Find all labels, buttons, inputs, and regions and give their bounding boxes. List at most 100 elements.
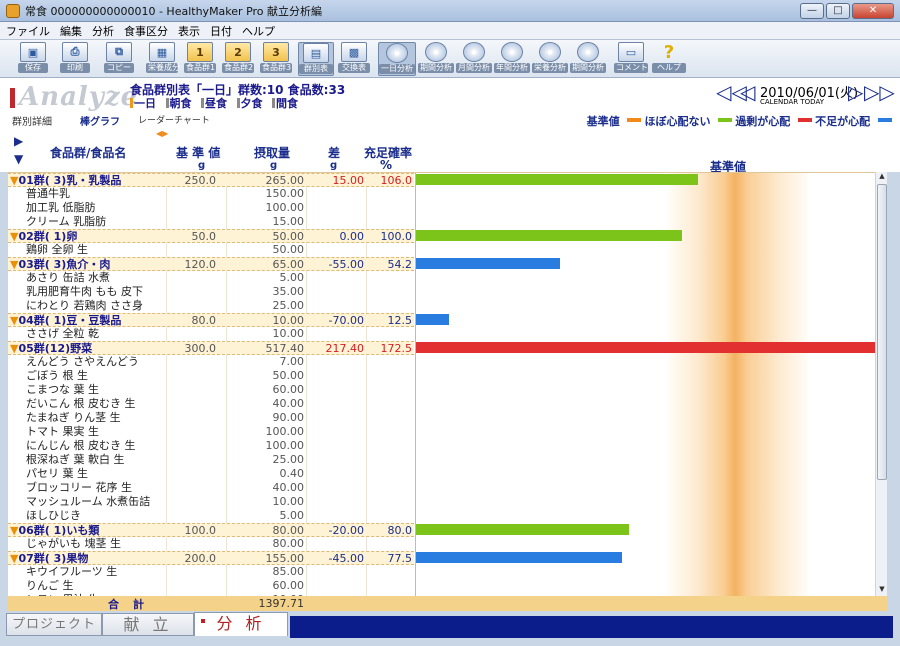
food-row[interactable]: 鶏卵 全卵 生 50.00	[8, 243, 414, 257]
column-resize-icon[interactable]: ◀▶	[156, 129, 168, 138]
maximize-button[interactable]: □	[826, 2, 850, 19]
food-row[interactable]: えんどう さやえんどう 7.00	[8, 355, 414, 369]
date-links: CALENDAR TODAY	[760, 98, 824, 106]
tab-menu[interactable]: 献 立	[102, 613, 194, 636]
menu-edit[interactable]: 編集	[60, 23, 82, 39]
copy-button[interactable]: ⧉ コピー	[104, 42, 134, 76]
nutrient-table-icon: ▦	[149, 42, 175, 62]
scroll-down-icon[interactable]: ▼	[876, 585, 888, 596]
food-name: ほしひじき	[26, 509, 81, 522]
intake-value: 90.00	[272, 411, 305, 424]
prev-date-icon[interactable]: ◁	[740, 82, 755, 102]
print-button[interactable]: ⎙ 印刷	[60, 42, 90, 76]
today-link[interactable]: TODAY	[800, 98, 824, 106]
group-row[interactable]: ▼02群( 1)卵 50.0 50.00 0.00 100.0	[8, 229, 414, 243]
group-table-button[interactable]: ▤ 群別表	[298, 42, 334, 76]
food-row[interactable]: 乳用肥育牛肉 もも 皮下 35.00	[8, 285, 414, 299]
chart-bar	[416, 314, 450, 325]
food-row[interactable]: あさり 缶詰 水煮 5.00	[8, 271, 414, 285]
food-row[interactable]: キウイフルーツ 生 85.00	[8, 565, 414, 579]
rate-value: 77.5	[387, 552, 413, 565]
food-row[interactable]: じゃがいも 塊茎 生 80.00	[8, 537, 414, 551]
food-row[interactable]: ブロッコリー 花序 生 40.00	[8, 481, 414, 495]
food-row[interactable]: パセリ 葉 生 0.40	[8, 467, 414, 481]
tab-analysis[interactable]: 分 析	[194, 612, 288, 636]
food-name: こまつな 葉 生	[26, 383, 99, 396]
group-row[interactable]: ▼06群( 1)いも類 100.0 80.00 -20.00 80.0	[8, 523, 414, 537]
daily-analysis-button[interactable]: ● 一日分析	[378, 42, 416, 76]
diff-value: 15.00	[332, 174, 365, 187]
food-row[interactable]: 普通牛乳 150.00	[8, 187, 414, 201]
group-name-text: 07群( 3)果物	[18, 552, 89, 565]
title-bar: 常食 000000000000010 - HealthyMaker Pro 献立…	[0, 0, 900, 22]
menu-analysis[interactable]: 分析	[92, 23, 114, 39]
calendar-link[interactable]: CALENDAR	[760, 98, 798, 106]
save-button[interactable]: ▣ 保存	[18, 42, 48, 76]
exchange-table-button[interactable]: ▩ 交換表	[338, 42, 370, 76]
group-row[interactable]: ▼04群( 1)豆・豆製品 80.0 10.00 -70.00 12.5	[8, 313, 414, 327]
nutrition-analysis-button[interactable]: ● 栄養分析	[532, 42, 568, 76]
food-row[interactable]: 加工乳 低脂肪 100.00	[8, 201, 414, 215]
nutrient-table-button[interactable]: ▦ 栄養成分	[146, 42, 180, 76]
exchange-table-icon: ▩	[341, 42, 367, 62]
food-row[interactable]: りんご 生 60.00	[8, 579, 414, 593]
vertical-scrollbar[interactable]: ▲ ▼	[875, 172, 887, 596]
meal-tab-snack[interactable]: 間食	[272, 97, 298, 110]
food-row[interactable]: にわとり 若鶏肉 ささ身 25.00	[8, 299, 414, 313]
scroll-thumb[interactable]	[877, 184, 887, 480]
intake-value: 100.00	[265, 201, 305, 214]
close-button[interactable]: ✕	[852, 2, 894, 19]
radar-chart-option[interactable]: レーダーチャート	[138, 113, 210, 126]
scroll-up-icon[interactable]: ▲	[876, 172, 888, 183]
food-name: ブロッコリー 花序 生	[26, 481, 132, 494]
meal-tab-day[interactable]: 一日	[130, 97, 156, 110]
menu-date[interactable]: 日付	[210, 23, 232, 39]
food-row[interactable]: 根深ねぎ 葉 軟白 生 25.00	[8, 453, 414, 467]
group-row[interactable]: ▼07群( 3)果物 200.0 155.00 -45.00 77.5	[8, 551, 414, 565]
food-row[interactable]: クリーム 乳脂肪 15.00	[8, 215, 414, 229]
food-row[interactable]: にんじん 根 皮むき 生 100.00	[8, 439, 414, 453]
food-row[interactable]: だいこん 根 皮むき 生 40.00	[8, 397, 414, 411]
monthly-analysis-button[interactable]: ● 月間分析	[456, 42, 492, 76]
food-row[interactable]: こまつな 葉 生 60.00	[8, 383, 414, 397]
food-row[interactable]: ほしひじき 5.00	[8, 509, 414, 523]
food-group-table: ▼01群( 3)乳・乳製品 250.0 265.00 15.00 106.0 普通牛乳 15…	[8, 172, 875, 596]
range-analysis-button[interactable]: ● 期間分析	[570, 42, 606, 76]
food-group-2-button[interactable]: 2 食品群2	[222, 42, 254, 76]
menu-help[interactable]: ヘルプ	[242, 23, 275, 39]
period-analysis-button[interactable]: ● 期間分析	[418, 42, 454, 76]
food-row[interactable]: トマト 果実 生 100.00	[8, 425, 414, 439]
minimize-button[interactable]: —	[800, 2, 824, 19]
next-date-icon[interactable]: ▷	[848, 82, 863, 102]
period-analysis-icon: ●	[425, 42, 447, 62]
menu-meal-type[interactable]: 食事区分	[124, 23, 168, 39]
expand-all-icon[interactable]: ▶	[14, 134, 23, 148]
intake-value: 25.00	[272, 453, 305, 466]
analysis-header: Analyze 食品群別表「一日」群数:10 食品数:33 一日 朝食 昼食 夕…	[0, 78, 900, 112]
comment-button[interactable]: ▭ コメント	[614, 42, 648, 76]
tab-project[interactable]: プロジェクト	[6, 613, 102, 636]
menu-file[interactable]: ファイル	[6, 23, 50, 39]
help-icon: ?	[663, 41, 675, 63]
meal-tab-lunch[interactable]: 昼食	[201, 97, 227, 110]
group-row[interactable]: ▼01群( 3)乳・乳製品 250.0 265.00 15.00 106.0	[8, 173, 414, 187]
meal-tab-breakfast[interactable]: 朝食	[165, 97, 192, 110]
food-group-3-button[interactable]: 3 食品群3	[260, 42, 292, 76]
food-row[interactable]: ごぼう 根 生 50.00	[8, 369, 414, 383]
group-detail-option[interactable]: 群別詳細	[12, 113, 52, 128]
food-row[interactable]: たまねぎ りん茎 生 90.00	[8, 411, 414, 425]
menu-view[interactable]: 表示	[178, 23, 200, 39]
col-intake-header: 摂取量	[254, 146, 291, 160]
meal-tab-dinner[interactable]: 夕食	[236, 97, 263, 110]
bar-graph-option[interactable]: 棒グラフ	[80, 113, 120, 128]
food-row[interactable]: マッシュルーム 水煮缶詰 10.00	[8, 495, 414, 509]
collapse-all-icon[interactable]: ▼	[14, 152, 23, 166]
food-row[interactable]: ささげ 全粒 乾 10.00	[8, 327, 414, 341]
group-row[interactable]: ▼05群(12)野菜 300.0 517.40 217.40 172.5	[8, 341, 414, 355]
help-button[interactable]: ? ヘルプ	[652, 42, 686, 76]
group-row[interactable]: ▼03群( 3)魚介・肉 120.0 65.00 -55.00 54.2	[8, 257, 414, 271]
last-date-icon[interactable]: ▷▷	[864, 82, 895, 102]
analyze-logo: Analyze	[10, 82, 138, 112]
yearly-analysis-button[interactable]: ● 年間分析	[494, 42, 530, 76]
food-group-1-button[interactable]: 1 食品群1	[184, 42, 216, 76]
